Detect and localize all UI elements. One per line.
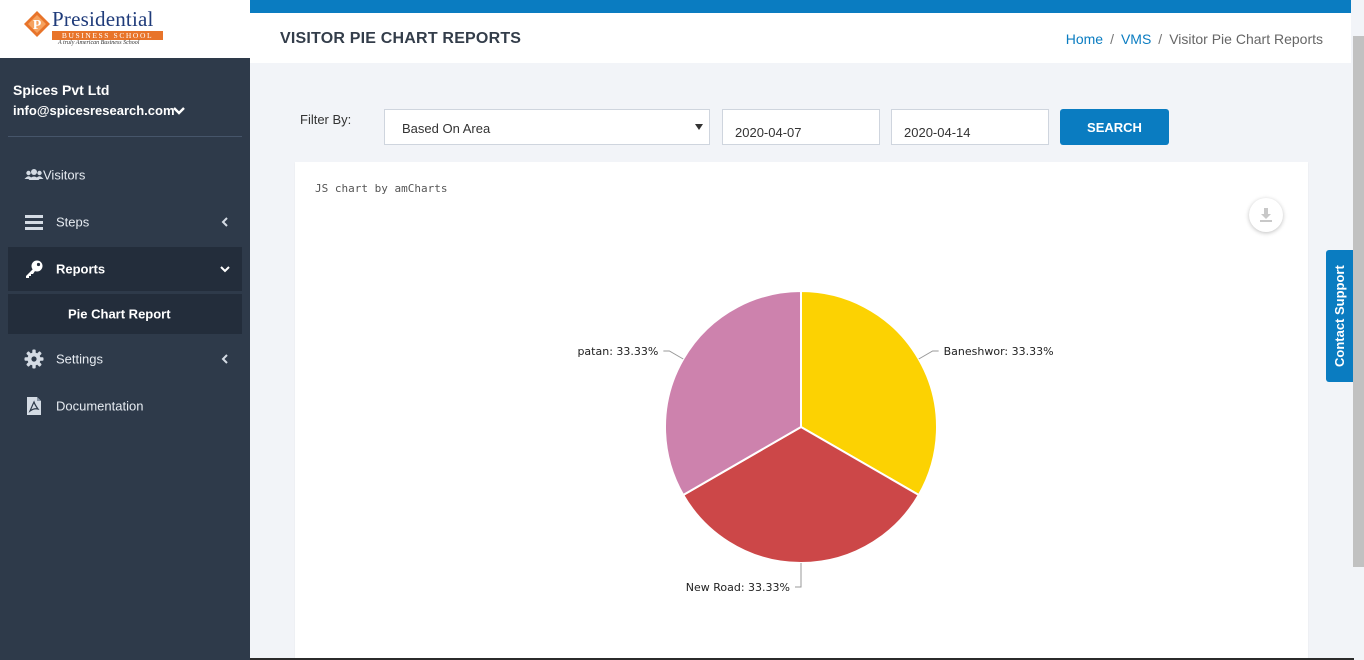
pdf-file-icon xyxy=(27,397,41,415)
sidebar-item-label: Steps xyxy=(56,214,90,230)
sidebar-item-settings[interactable]: Settings xyxy=(8,337,242,381)
logo-title: Presidential xyxy=(52,7,154,31)
sidebar-subitem-label: Pie Chart Report xyxy=(68,306,171,322)
user-company: Spices Pvt Ltd xyxy=(13,82,110,98)
chevron-down-icon xyxy=(220,266,230,273)
pie-label-connector xyxy=(795,563,802,588)
pie-chart: Baneshwor: 33.33% New Road: 33.33% patan: … xyxy=(577,289,1054,594)
key-icon xyxy=(26,260,43,278)
page-header: VISITOR PIE CHART REPORTS Home / VMS / Visit… xyxy=(250,13,1351,63)
breadcrumb-vms[interactable]: VMS xyxy=(1121,31,1151,47)
top-accent-bar xyxy=(250,0,1351,13)
sidebar-item-label: Documentation xyxy=(56,398,144,414)
bars-icon xyxy=(25,215,43,230)
sidebar-item-label: Settings xyxy=(56,351,103,367)
gear-icon xyxy=(24,349,44,369)
sidebar-item-visitors[interactable]: Visitors xyxy=(8,153,242,197)
logo-emblem-icon: P xyxy=(24,11,50,37)
breadcrumb-separator: / xyxy=(1158,31,1163,47)
logo-subtitle: BUSINESS SCHOOL xyxy=(52,31,163,40)
breadcrumb-current: Visitor Pie Chart Reports xyxy=(1169,31,1323,47)
sidebar-item-documentation[interactable]: Documentation xyxy=(8,384,242,428)
start-date-input[interactable] xyxy=(722,109,880,145)
sidebar: P Presidential BUSINESS SCHOOL A truly A… xyxy=(0,0,250,660)
search-button[interactable]: SEARCH xyxy=(1060,109,1169,145)
caret-down-icon xyxy=(695,124,703,130)
logo-letter: P xyxy=(33,18,42,33)
brand-logo[interactable]: P Presidential BUSINESS SCHOOL A truly A… xyxy=(0,0,250,58)
sidebar-item-label: Reports xyxy=(56,261,106,277)
pie-label-connector xyxy=(663,350,684,360)
end-date-input[interactable] xyxy=(891,109,1049,145)
chart-panel: JS chart by amCharts Baneshwor: 33.33% Ne… xyxy=(295,162,1308,660)
sidebar-item-label: Visitors xyxy=(43,167,86,183)
sidebar-item-reports[interactable]: Reports xyxy=(8,247,242,291)
sidebar-divider xyxy=(8,136,242,137)
pie-slice-label: New Road: 33.33% xyxy=(686,581,790,594)
pie-label-connector xyxy=(918,350,939,360)
sidebar-subitem-pie-chart-report[interactable]: Pie Chart Report xyxy=(8,294,242,334)
filter-label: Filter By: xyxy=(300,112,352,127)
chevron-left-icon xyxy=(221,354,228,364)
breadcrumb-home[interactable]: Home xyxy=(1066,31,1103,47)
page-title: VISITOR PIE CHART REPORTS xyxy=(280,30,522,47)
user-email: info@spicesresearch.com xyxy=(13,103,175,118)
breadcrumb-separator: / xyxy=(1110,31,1114,47)
contact-support-tab[interactable]: Contact Support xyxy=(1326,250,1354,382)
sidebar-item-steps[interactable]: Steps xyxy=(8,200,242,244)
chevron-down-icon[interactable] xyxy=(172,104,186,118)
pie-slice-label: patan: 33.33% xyxy=(577,345,658,358)
filter-select-value: Based On Area xyxy=(402,121,491,136)
contact-support-label: Contact Support xyxy=(1332,265,1347,367)
chevron-left-icon xyxy=(221,217,228,227)
pie-slice-label: Baneshwor: 33.33% xyxy=(944,345,1054,358)
users-icon xyxy=(24,169,44,180)
filter-select[interactable]: Based On Area xyxy=(384,109,710,145)
breadcrumb: Home / VMS / Visitor Pie Chart Reports xyxy=(1066,31,1323,47)
page-scrollbar[interactable] xyxy=(1353,36,1364,567)
logo-tagline: A truly American Business School xyxy=(58,40,140,46)
